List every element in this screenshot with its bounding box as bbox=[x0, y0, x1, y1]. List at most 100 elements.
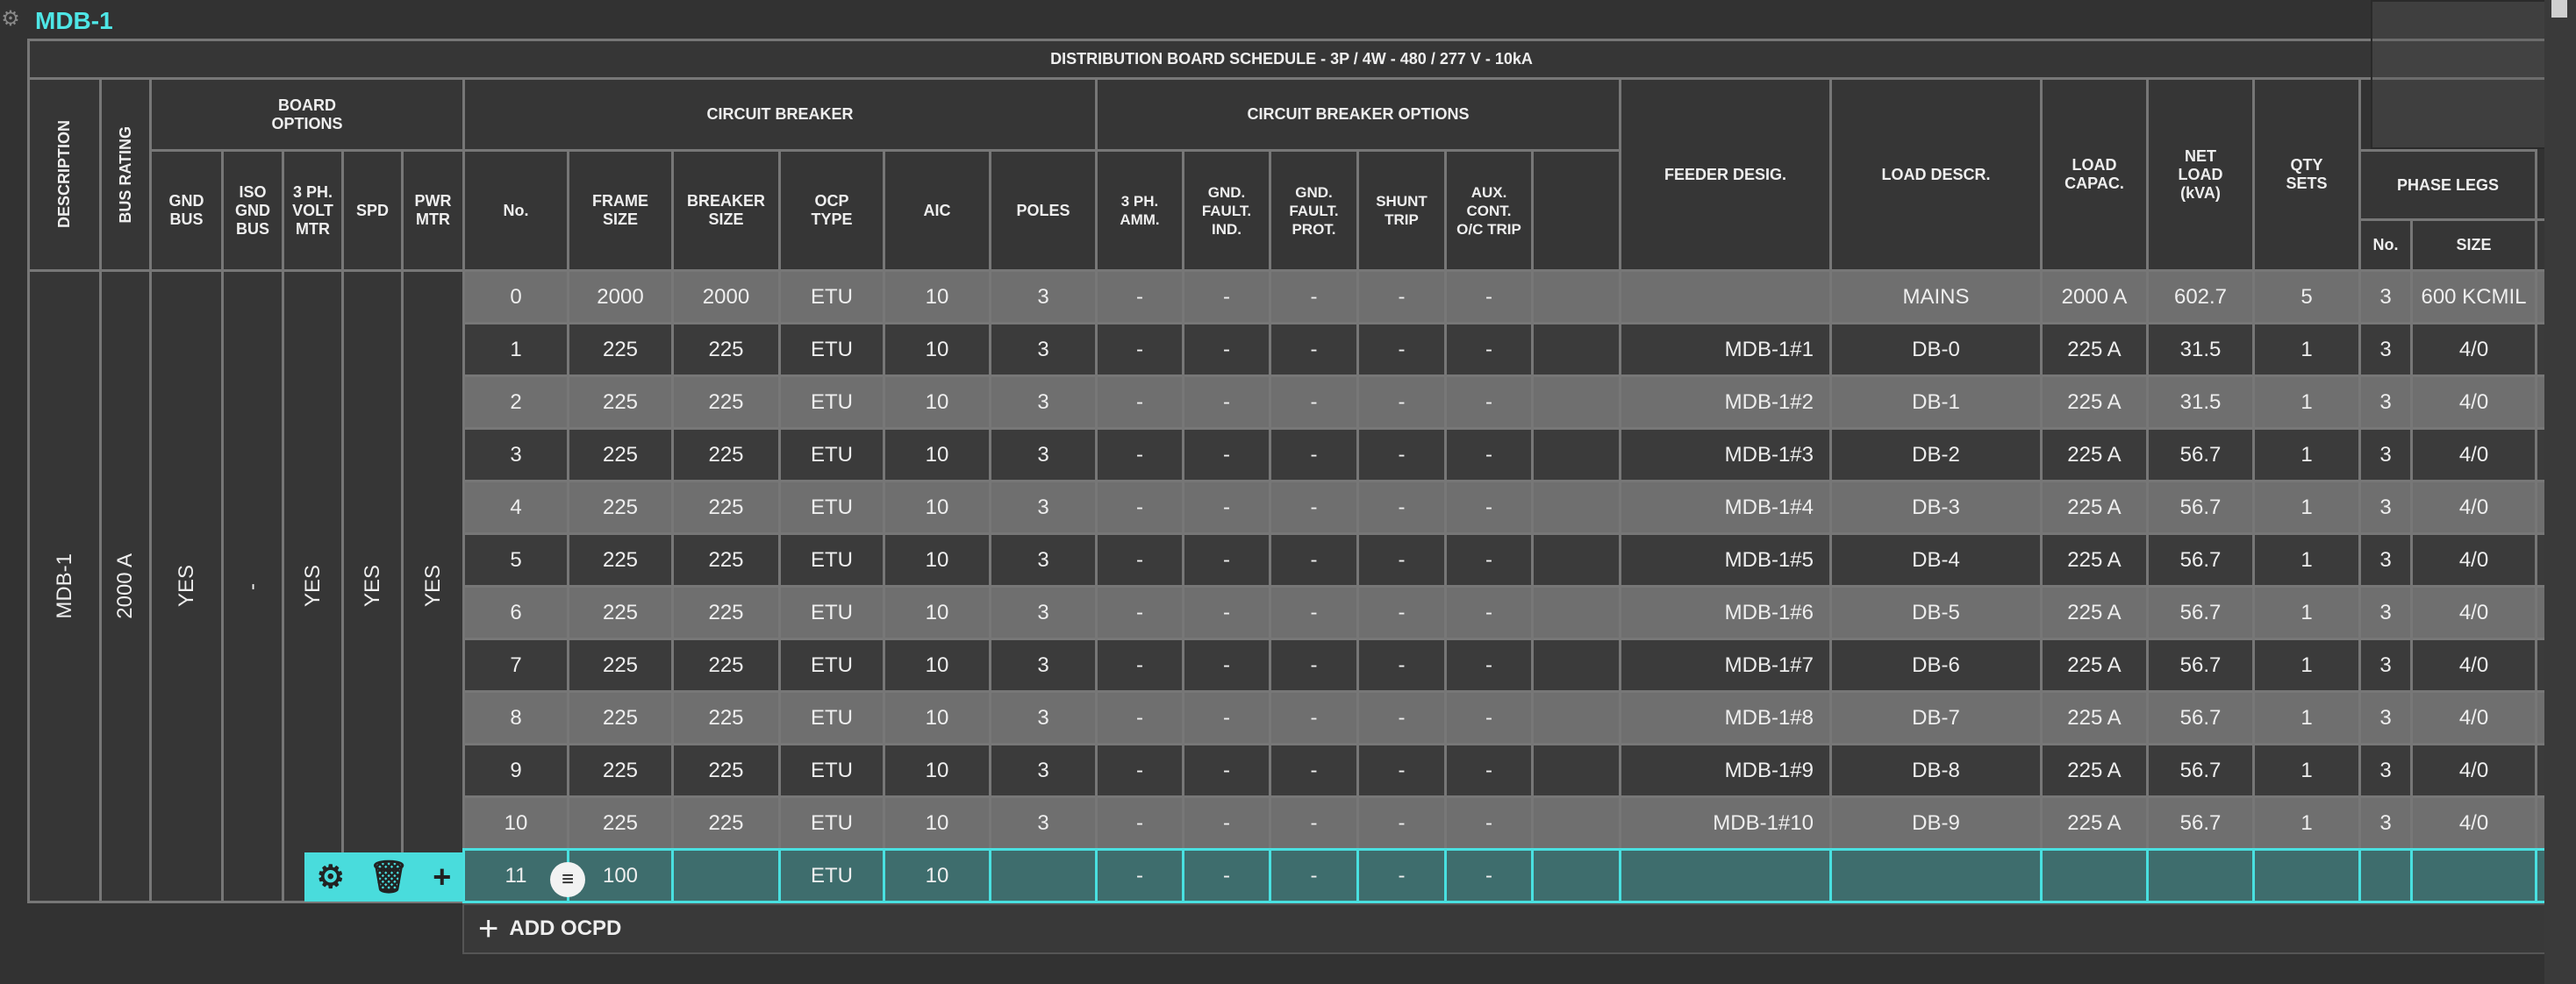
cell-aux[interactable]: - bbox=[1444, 848, 1534, 903]
cell-gfi[interactable]: - bbox=[1182, 848, 1271, 903]
cell-shunt[interactable]: - bbox=[1356, 743, 1447, 798]
cell-shunt[interactable]: - bbox=[1356, 690, 1447, 745]
cell-shunt[interactable]: - bbox=[1356, 795, 1447, 851]
cell-gfp[interactable]: - bbox=[1269, 743, 1359, 798]
scrollbar[interactable] bbox=[2544, 0, 2576, 984]
cell-qty[interactable]: 1 bbox=[2252, 322, 2361, 377]
cell-gfi[interactable]: - bbox=[1182, 322, 1271, 377]
cell-blank[interactable] bbox=[1531, 480, 1621, 535]
cell-aic[interactable]: 10 bbox=[883, 374, 991, 430]
cell-frame[interactable]: 225 bbox=[567, 532, 674, 588]
cell-ocp[interactable]: ETU bbox=[778, 374, 885, 430]
cell-load[interactable]: DB-0 bbox=[1829, 322, 2043, 377]
cell-load[interactable]: DB-7 bbox=[1829, 690, 2043, 745]
cell-amm[interactable]: - bbox=[1095, 848, 1184, 903]
cell-net[interactable]: 56.7 bbox=[2146, 427, 2255, 482]
cell-no[interactable]: 10 bbox=[462, 795, 569, 851]
cell-ocp[interactable]: ETU bbox=[778, 743, 885, 798]
cell-aic[interactable]: 10 bbox=[883, 585, 991, 640]
cell-gfi[interactable]: - bbox=[1182, 795, 1271, 851]
cell-capac[interactable]: 225 A bbox=[2040, 480, 2149, 535]
cell-no[interactable]: 8 bbox=[462, 690, 569, 745]
cell-gfi[interactable]: - bbox=[1182, 480, 1271, 535]
cell-gfp[interactable]: - bbox=[1269, 638, 1359, 693]
cell-breaker[interactable]: 225 bbox=[671, 638, 781, 693]
cell-gfp[interactable]: - bbox=[1269, 480, 1359, 535]
cell-feeder[interactable]: MDB-1#10 bbox=[1619, 795, 1832, 851]
cell-feeder[interactable]: MDB-1#9 bbox=[1619, 743, 1832, 798]
cell-gfi[interactable]: - bbox=[1182, 532, 1271, 588]
cell-amm[interactable]: - bbox=[1095, 374, 1184, 430]
cell-breaker[interactable]: 225 bbox=[671, 532, 781, 588]
cell-qty[interactable]: 1 bbox=[2252, 690, 2361, 745]
cell-pl-size[interactable]: 4/0 bbox=[2410, 532, 2537, 588]
cell-qty[interactable]: 1 bbox=[2252, 532, 2361, 588]
cell-breaker[interactable]: 225 bbox=[671, 322, 781, 377]
cell-amm[interactable]: - bbox=[1095, 638, 1184, 693]
cell-shunt[interactable]: - bbox=[1356, 269, 1447, 324]
cell-gfp[interactable]: - bbox=[1269, 374, 1359, 430]
cell-qty[interactable]: 1 bbox=[2252, 585, 2361, 640]
cell-aic[interactable]: 10 bbox=[883, 743, 991, 798]
cell-aux[interactable]: - bbox=[1444, 427, 1534, 482]
cell-aux[interactable]: - bbox=[1444, 690, 1534, 745]
cell-ocp[interactable]: ETU bbox=[778, 848, 885, 903]
cell-gfp[interactable]: - bbox=[1269, 795, 1359, 851]
cell-gfp[interactable]: - bbox=[1269, 848, 1359, 903]
cell-poles[interactable]: 3 bbox=[989, 585, 1098, 640]
cell-ocp[interactable]: ETU bbox=[778, 690, 885, 745]
cell-net[interactable]: 56.7 bbox=[2146, 795, 2255, 851]
cell-aux[interactable]: - bbox=[1444, 480, 1534, 535]
cell-feeder[interactable]: MDB-1#3 bbox=[1619, 427, 1832, 482]
cell-capac[interactable]: 225 A bbox=[2040, 638, 2149, 693]
cell-frame[interactable]: 225 bbox=[567, 585, 674, 640]
cell-blank[interactable] bbox=[1531, 532, 1621, 588]
cell-amm[interactable]: - bbox=[1095, 743, 1184, 798]
cell-aux[interactable]: - bbox=[1444, 795, 1534, 851]
cell-pl-size[interactable]: 4/0 bbox=[2410, 795, 2537, 851]
cell-load[interactable]: DB-3 bbox=[1829, 480, 2043, 535]
cell-load[interactable]: DB-1 bbox=[1829, 374, 2043, 430]
cell-net[interactable]: 56.7 bbox=[2146, 743, 2255, 798]
cell-blank[interactable] bbox=[1531, 322, 1621, 377]
cell-no[interactable]: 3 bbox=[462, 427, 569, 482]
cell-blank[interactable] bbox=[1531, 427, 1621, 482]
cell-load[interactable]: DB-8 bbox=[1829, 743, 2043, 798]
cell-breaker[interactable]: 225 bbox=[671, 795, 781, 851]
cell-pl-no[interactable]: 3 bbox=[2358, 585, 2413, 640]
cell-breaker[interactable]: 225 bbox=[671, 690, 781, 745]
cell-aic[interactable]: 10 bbox=[883, 532, 991, 588]
cell-feeder[interactable]: MDB-1#6 bbox=[1619, 585, 1832, 640]
cell-poles[interactable]: 3 bbox=[989, 480, 1098, 535]
cell-shunt[interactable]: - bbox=[1356, 585, 1447, 640]
cell-breaker[interactable]: 225 bbox=[671, 743, 781, 798]
cell-poles[interactable]: 3 bbox=[989, 690, 1098, 745]
cell-pl-no[interactable] bbox=[2358, 848, 2413, 903]
cell-poles[interactable]: 3 bbox=[989, 743, 1098, 798]
cell-net[interactable]: 56.7 bbox=[2146, 480, 2255, 535]
cell-poles[interactable]: 3 bbox=[989, 795, 1098, 851]
cell-poles[interactable]: 3 bbox=[989, 322, 1098, 377]
cell-gfi[interactable]: - bbox=[1182, 427, 1271, 482]
cell-capac[interactable]: 225 A bbox=[2040, 690, 2149, 745]
cell-net[interactable]: 56.7 bbox=[2146, 585, 2255, 640]
cell-shunt[interactable]: - bbox=[1356, 427, 1447, 482]
cell-qty[interactable]: 1 bbox=[2252, 638, 2361, 693]
cell-gfi[interactable]: - bbox=[1182, 585, 1271, 640]
cell-qty[interactable]: 5 bbox=[2252, 269, 2361, 324]
cell-gfp[interactable]: - bbox=[1269, 269, 1359, 324]
cell-feeder[interactable] bbox=[1619, 848, 1832, 903]
cell-pl-size[interactable]: 4/0 bbox=[2410, 638, 2537, 693]
cell-capac[interactable]: 225 A bbox=[2040, 585, 2149, 640]
cell-frame[interactable]: 225 bbox=[567, 690, 674, 745]
cell-aux[interactable]: - bbox=[1444, 638, 1534, 693]
cell-feeder[interactable]: MDB-1#1 bbox=[1619, 322, 1832, 377]
cell-aic[interactable]: 10 bbox=[883, 848, 991, 903]
cell-gfi[interactable]: - bbox=[1182, 374, 1271, 430]
cell-capac[interactable]: 225 A bbox=[2040, 322, 2149, 377]
cell-pl-size[interactable]: 4/0 bbox=[2410, 427, 2537, 482]
cell-net[interactable]: 56.7 bbox=[2146, 638, 2255, 693]
cell-ocp[interactable]: ETU bbox=[778, 269, 885, 324]
cell-amm[interactable]: - bbox=[1095, 269, 1184, 324]
cell-breaker[interactable] bbox=[671, 848, 781, 903]
